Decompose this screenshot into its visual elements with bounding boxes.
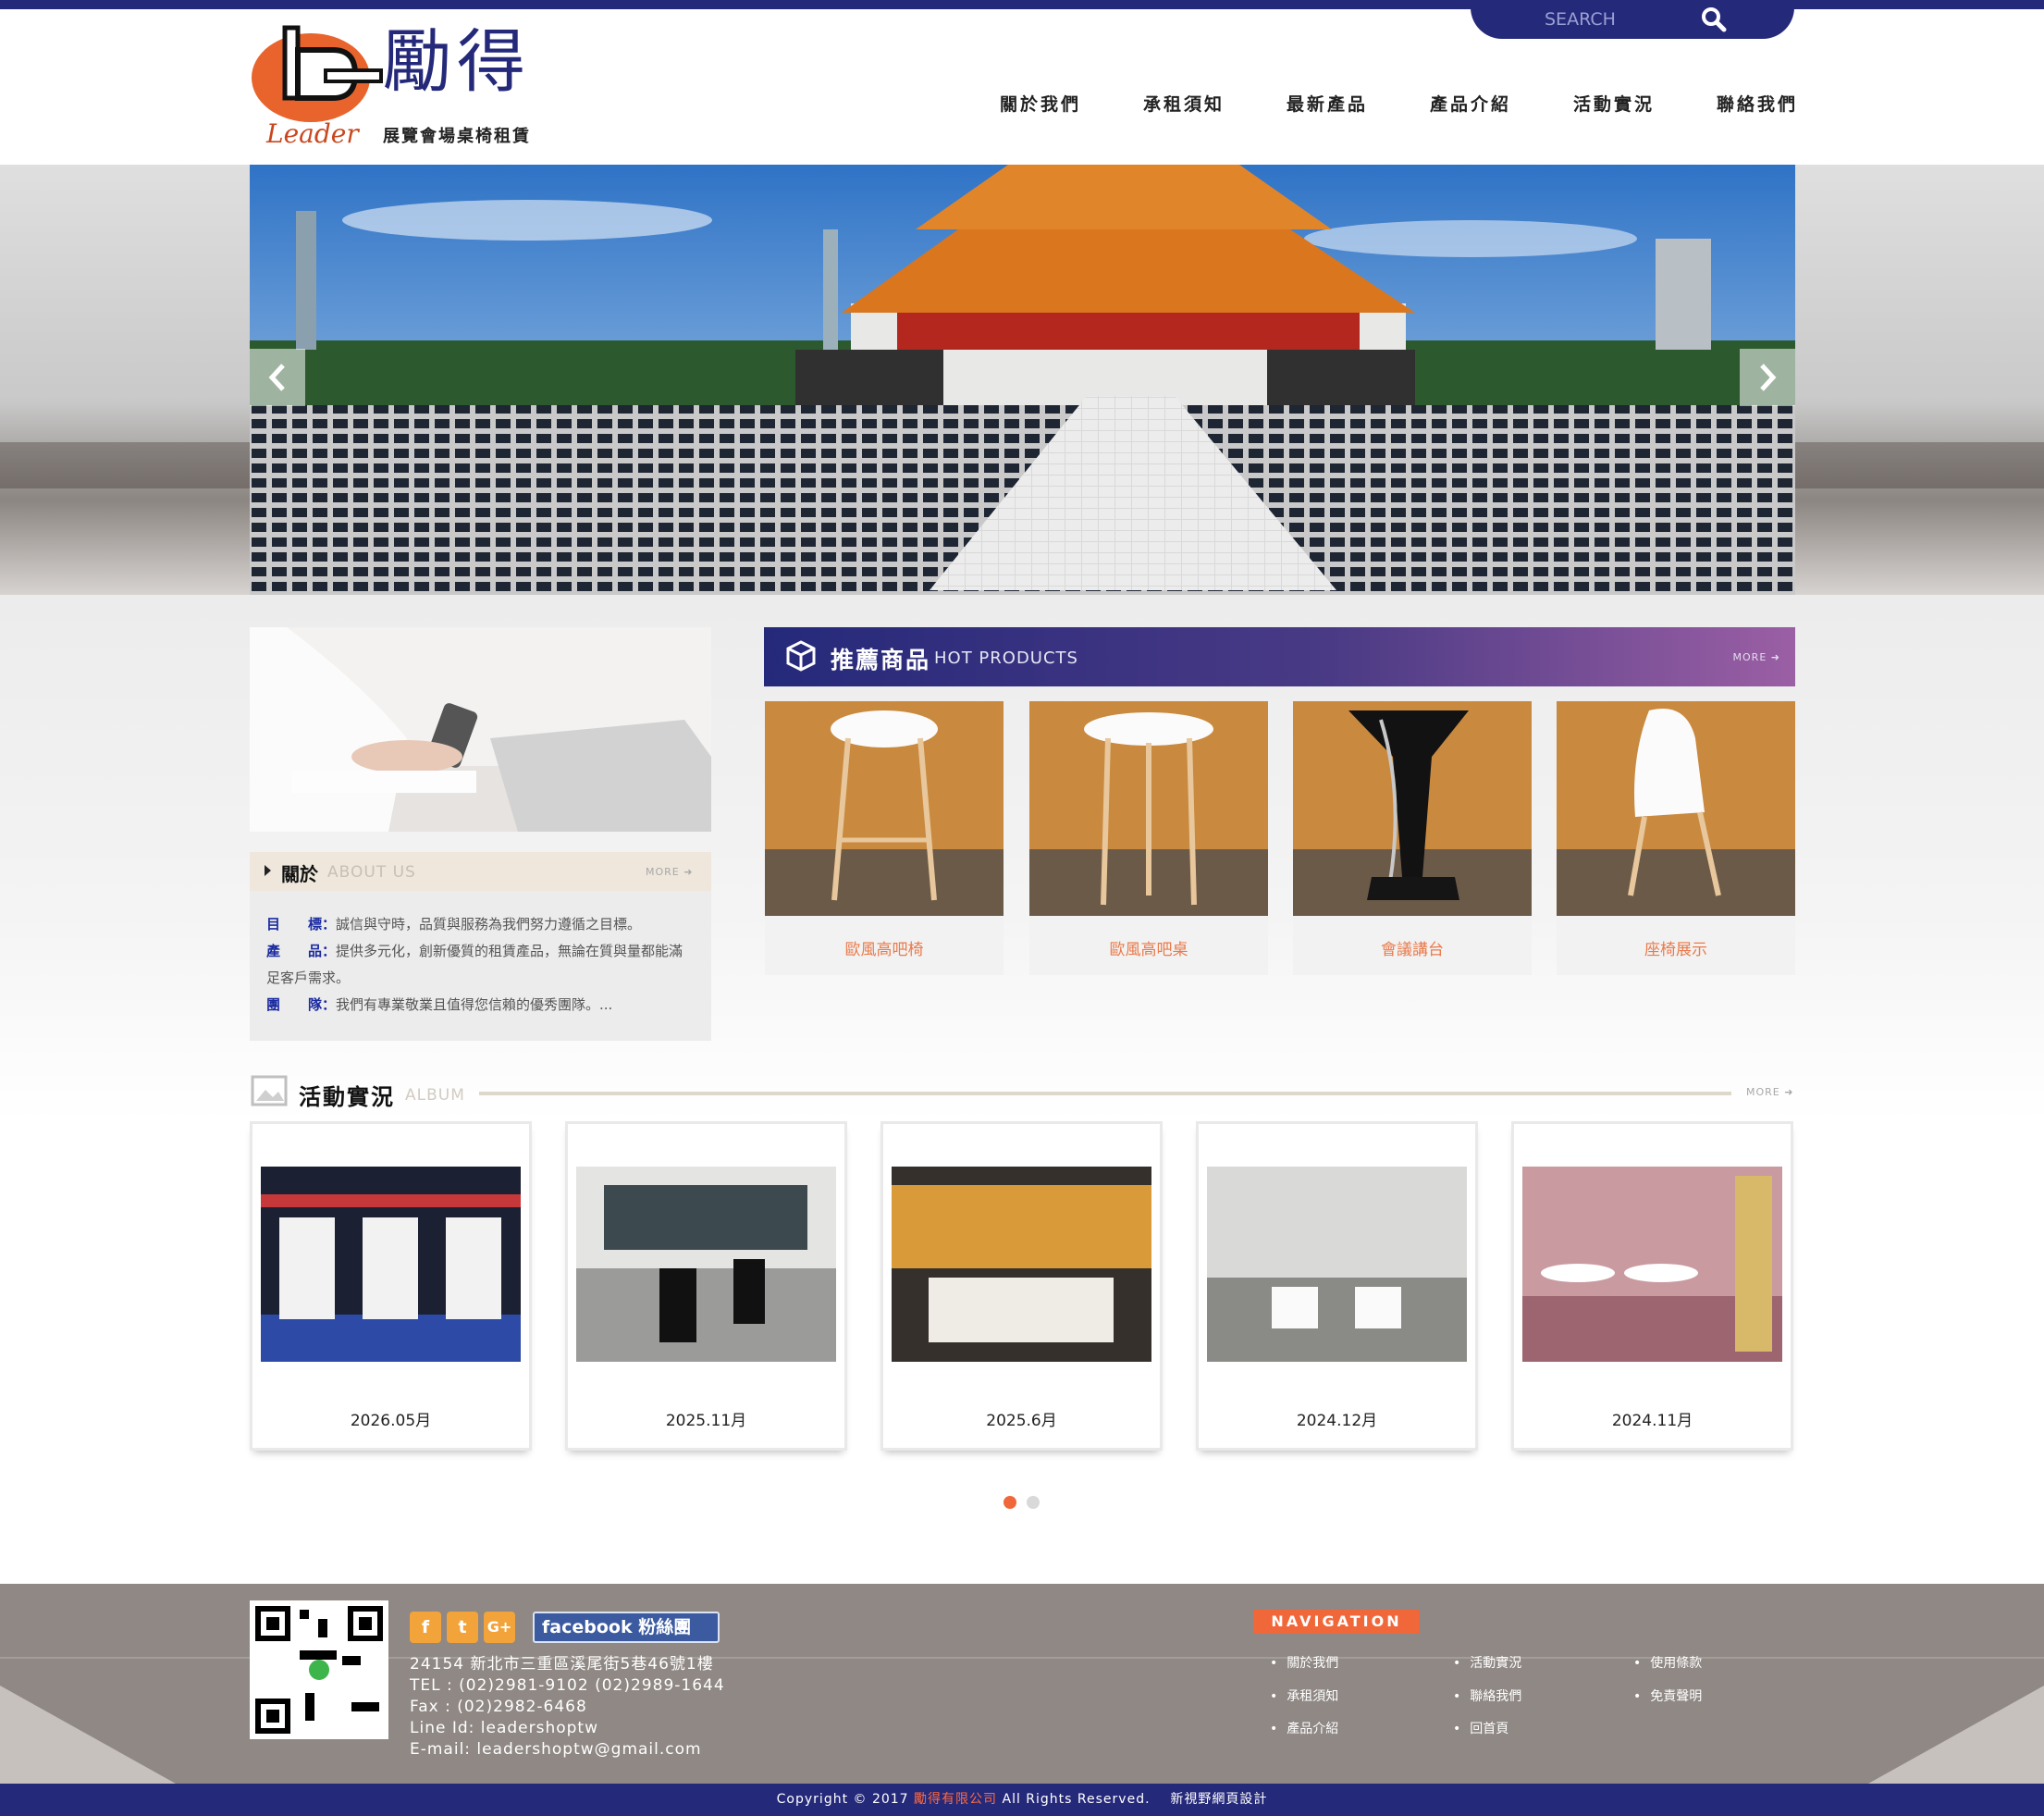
- footer-link-disclaimer[interactable]: 免責聲明: [1633, 1686, 1702, 1705]
- nav-item-activities[interactable]: 活動實況: [1573, 91, 1655, 116]
- about-header: 關於 ABOUT US MORE ➜: [250, 852, 711, 891]
- hero-image: [250, 165, 1795, 595]
- email[interactable]: E-mail: leadershoptw@gmail.com: [410, 1739, 725, 1760]
- chevron-left-icon: [268, 364, 285, 391]
- album-card[interactable]: 2026.05月: [250, 1121, 532, 1451]
- footer-nav-title: NAVIGATION: [1253, 1610, 1420, 1634]
- album-card[interactable]: 2024.12月: [1196, 1121, 1478, 1451]
- search-input[interactable]: [1545, 7, 1693, 31]
- album-date: 2026.05月: [350, 1412, 432, 1430]
- about-more-link[interactable]: MORE ➜: [646, 866, 693, 878]
- album-card[interactable]: 2025.11月: [565, 1121, 847, 1451]
- about-line-goal: 目 標：誠信與守時，品質與服務為我們努力遵循之目標。: [266, 916, 642, 933]
- about-content: 目 標：誠信與守時，品質與服務為我們努力遵循之目標。 產 品：提供多元化，創新優…: [250, 891, 711, 1041]
- chevron-right-icon: [1760, 364, 1777, 391]
- brand-title: 勵得: [383, 22, 531, 102]
- about-line-team: 團 隊：我們有專業敬業且值得您信賴的優秀團隊。...: [266, 996, 613, 1013]
- product-card[interactable]: 歐風高吧桌: [1029, 701, 1268, 975]
- album-image: [261, 1167, 521, 1362]
- product-name: 歐風高吧桌: [1109, 941, 1188, 959]
- album-date: 2025.6月: [986, 1412, 1057, 1430]
- product-image: [765, 701, 1004, 916]
- about-subtitle: ABOUT US: [327, 863, 416, 882]
- product-image: [1557, 701, 1795, 916]
- nav-item-products[interactable]: 產品介紹: [1430, 91, 1511, 116]
- designer-link[interactable]: 新視野網頁設計: [1170, 1792, 1267, 1807]
- phone: TEL : (02)2981-9102 (02)2989-1644: [410, 1676, 725, 1695]
- album-image: [1207, 1167, 1467, 1362]
- product-name: 座椅展示: [1644, 941, 1707, 959]
- nav-item-new-products[interactable]: 最新產品: [1287, 91, 1368, 116]
- gallery-icon: [251, 1075, 288, 1106]
- company-link[interactable]: 勵得有限公司: [914, 1792, 997, 1807]
- copyright-suffix: All Rights Reserved.: [997, 1792, 1151, 1807]
- qr-code: [250, 1600, 388, 1739]
- caret-right-icon: [265, 865, 271, 876]
- hot-products-header: 推薦商品 HOT PRODUCTS MORE ➜: [764, 627, 1795, 686]
- google-plus-icon[interactable]: G+: [484, 1612, 515, 1643]
- hero-next-button[interactable]: [1740, 349, 1795, 406]
- hero-prev-button[interactable]: [250, 349, 305, 406]
- nav-item-contact[interactable]: 聯絡我們: [1717, 91, 1798, 116]
- album-title: 活動實況: [299, 1084, 395, 1110]
- footer-link-products[interactable]: 產品介紹: [1270, 1719, 1338, 1737]
- footer-link-contact[interactable]: 聯絡我們: [1453, 1686, 1521, 1705]
- album-date: 2025.11月: [665, 1412, 747, 1430]
- hot-products-more-link[interactable]: MORE ➜: [1733, 651, 1780, 663]
- album-subtitle: ALBUM: [405, 1086, 465, 1105]
- album-card[interactable]: 2024.11月: [1511, 1121, 1793, 1451]
- album-date: 2024.11月: [1611, 1412, 1693, 1430]
- twitter-icon[interactable]: t: [447, 1612, 478, 1643]
- line-id: Line Id: leadershoptw: [410, 1719, 598, 1737]
- box-icon: [786, 640, 816, 672]
- logo-script-text: Leader: [265, 118, 360, 149]
- copyright-bar: Copyright © 2017 勵得有限公司 All Rights Reser…: [0, 1784, 2044, 1816]
- fax: Fax : (02)2982-6468: [410, 1698, 587, 1716]
- hero-banner: [250, 165, 1795, 595]
- album-card[interactable]: 2025.6月: [880, 1121, 1163, 1451]
- product-card[interactable]: 歐風高吧椅: [765, 701, 1004, 975]
- product-card[interactable]: 會議講台: [1293, 701, 1532, 975]
- album-date: 2024.12月: [1296, 1412, 1378, 1430]
- product-card[interactable]: 座椅展示: [1557, 701, 1795, 975]
- pager-dot[interactable]: [1027, 1496, 1040, 1509]
- brand-subtitle: 展覽會場桌椅租賃: [383, 127, 531, 146]
- album-image: [1522, 1167, 1782, 1362]
- hot-products-title: 推薦商品: [831, 647, 931, 673]
- footer-link-about[interactable]: 關於我們: [1270, 1653, 1338, 1672]
- search-icon[interactable]: [1700, 6, 1728, 33]
- facebook-icon[interactable]: f: [410, 1612, 441, 1643]
- pager-dot-active[interactable]: [1004, 1496, 1016, 1509]
- footer-link-activities[interactable]: 活動實況: [1453, 1653, 1521, 1672]
- copyright-text: Copyright © 2017: [776, 1792, 915, 1807]
- album-image: [576, 1167, 836, 1362]
- footer-link-terms[interactable]: 使用條款: [1633, 1653, 1702, 1672]
- facebook-fanpage-button[interactable]: facebook 粉絲團: [533, 1612, 720, 1643]
- nav-item-rental-terms[interactable]: 承租須知: [1143, 91, 1225, 116]
- footer-link-home[interactable]: 回首頁: [1453, 1719, 1508, 1737]
- footer-link-rental-terms[interactable]: 承租須知: [1270, 1686, 1338, 1705]
- contact-info: 24154 新北市三重區溪尾街5巷46號1樓 TEL : (02)2981-91…: [410, 1654, 725, 1760]
- about-line-products: 產 品：提供多元化，創新優質的租賃產品，無論在質與量都能滿足客戶需求。: [266, 943, 683, 986]
- main-nav: 關於我們 承租須知 最新產品 產品介紹 活動實況 聯絡我們: [980, 91, 1804, 118]
- album-divider: [479, 1092, 1731, 1095]
- nav-item-about[interactable]: 關於我們: [1000, 91, 1081, 116]
- album-image: [892, 1167, 1151, 1362]
- product-name: 會議講台: [1381, 941, 1444, 959]
- hot-products-subtitle: HOT PRODUCTS: [934, 649, 1078, 668]
- product-image: [1029, 701, 1268, 916]
- product-image: [1293, 701, 1532, 916]
- album-more-link[interactable]: MORE ➜: [1746, 1086, 1793, 1098]
- address: 24154 新北市三重區溪尾街5巷46號1樓: [410, 1655, 714, 1674]
- product-name: 歐風高吧椅: [844, 941, 924, 959]
- about-image: [250, 627, 711, 832]
- about-title: 關於: [281, 863, 318, 885]
